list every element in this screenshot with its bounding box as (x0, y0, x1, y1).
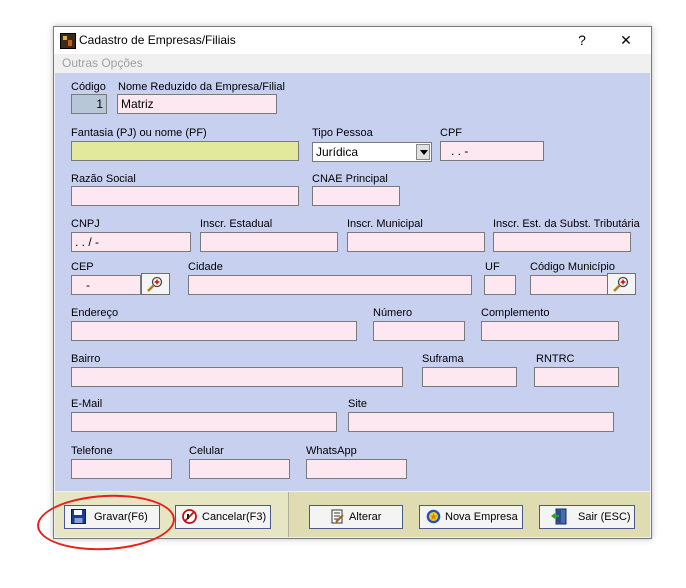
star-badge-icon (426, 509, 441, 524)
magnifier-plus-icon (147, 276, 163, 292)
cpf-field[interactable]: . . - (440, 141, 544, 161)
endereco-field[interactable] (71, 321, 357, 341)
tipo-pessoa-select[interactable]: Jurídica (312, 142, 432, 162)
complemento-field[interactable] (481, 321, 619, 341)
codigo-label: Código (71, 81, 106, 93)
inscr-municipal-label: Inscr. Municipal (347, 218, 423, 230)
chevron-down-icon[interactable] (416, 144, 430, 160)
cep-lookup-button[interactable] (141, 273, 170, 295)
municipio-lookup-button[interactable] (607, 273, 636, 295)
magnifier-plus-icon (613, 276, 629, 292)
numero-field[interactable] (373, 321, 465, 341)
menu-outras-opcoes[interactable]: Outras Opções (62, 56, 143, 70)
telefone-field[interactable] (71, 459, 172, 479)
cnae-label: CNAE Principal (312, 173, 388, 185)
cnpj-label: CNPJ (71, 218, 100, 230)
cep-field[interactable]: - (71, 275, 141, 295)
alterar-button[interactable]: Alterar (309, 505, 403, 529)
cpf-label: CPF (440, 127, 462, 139)
help-button[interactable]: ? (562, 27, 602, 54)
site-field[interactable] (348, 412, 614, 432)
inscr-municipal-field[interactable] (347, 232, 485, 252)
email-field[interactable] (71, 412, 337, 432)
form-panel: Código 1 Nome Reduzido da Empresa/Filial… (55, 73, 650, 491)
inscr-subst-label: Inscr. Est. da Subst. Tributária (493, 218, 640, 230)
numero-label: Número (373, 307, 413, 319)
uf-label: UF (485, 261, 500, 273)
bairro-label: Bairro (71, 353, 101, 365)
window-title: Cadastro de Empresas/Filiais (79, 33, 236, 47)
inscr-estadual-field[interactable] (200, 232, 338, 252)
complemento-label: Complemento (481, 307, 550, 319)
exit-door-icon (551, 508, 567, 525)
title-bar: Cadastro de Empresas/Filiais ? ✕ (54, 27, 651, 54)
cep-label: CEP (71, 261, 94, 273)
alterar-label: Alterar (349, 511, 382, 523)
tipo-pessoa-value: Jurídica (316, 145, 359, 159)
whatsapp-field[interactable] (306, 459, 407, 479)
cidade-label: Cidade (188, 261, 223, 273)
whatsapp-label: WhatsApp (306, 445, 357, 457)
site-label: Site (348, 398, 367, 410)
cnae-field[interactable] (312, 186, 400, 206)
close-button[interactable]: ✕ (606, 27, 646, 54)
nova-empresa-button[interactable]: Nova Empresa (419, 505, 523, 529)
codigo-municipio-field[interactable] (530, 275, 608, 295)
fantasia-label: Fantasia (PJ) ou nome (PF) (71, 127, 207, 139)
uf-field[interactable] (484, 275, 516, 295)
nova-empresa-label: Nova Empresa (445, 511, 518, 523)
cancelar-label: Cancelar(F3) (202, 511, 267, 523)
nome-reduzido-field[interactable]: Matriz (117, 94, 277, 114)
tipo-pessoa-label: Tipo Pessoa (312, 127, 373, 139)
razao-social-field[interactable] (71, 186, 299, 206)
email-label: E-Mail (71, 398, 103, 410)
rntrc-label: RNTRC (536, 353, 575, 365)
telefone-label: Telefone (71, 445, 113, 457)
menu-bar: Outras Opções (54, 54, 651, 72)
app-icon (60, 33, 76, 49)
edit-document-icon (331, 509, 344, 524)
rntrc-field[interactable] (534, 367, 619, 387)
nome-reduzido-label: Nome Reduzido da Empresa/Filial (118, 81, 285, 93)
razao-social-label: Razão Social (71, 173, 136, 185)
codigo-municipio-label: Código Município (530, 261, 615, 273)
suframa-field[interactable] (422, 367, 517, 387)
cnpj-field[interactable]: . . / - (71, 232, 191, 252)
celular-field[interactable] (189, 459, 290, 479)
celular-label: Celular (189, 445, 224, 457)
inscr-estadual-label: Inscr. Estadual (200, 218, 273, 230)
codigo-field[interactable]: 1 (71, 94, 107, 114)
cidade-field[interactable] (188, 275, 472, 295)
cancelar-button[interactable]: Cancelar(F3) (175, 505, 271, 529)
cadastro-empresas-window: Cadastro de Empresas/Filiais ? ✕ Outras … (53, 26, 652, 539)
bairro-field[interactable] (71, 367, 403, 387)
sair-label: Sair (ESC) (578, 511, 631, 523)
endereco-label: Endereço (71, 307, 119, 319)
fantasia-field[interactable] (71, 141, 299, 161)
suframa-label: Suframa (422, 353, 464, 365)
sair-button[interactable]: Sair (ESC) (539, 505, 635, 529)
inscr-subst-field[interactable] (493, 232, 631, 252)
cancel-icon (182, 509, 197, 524)
